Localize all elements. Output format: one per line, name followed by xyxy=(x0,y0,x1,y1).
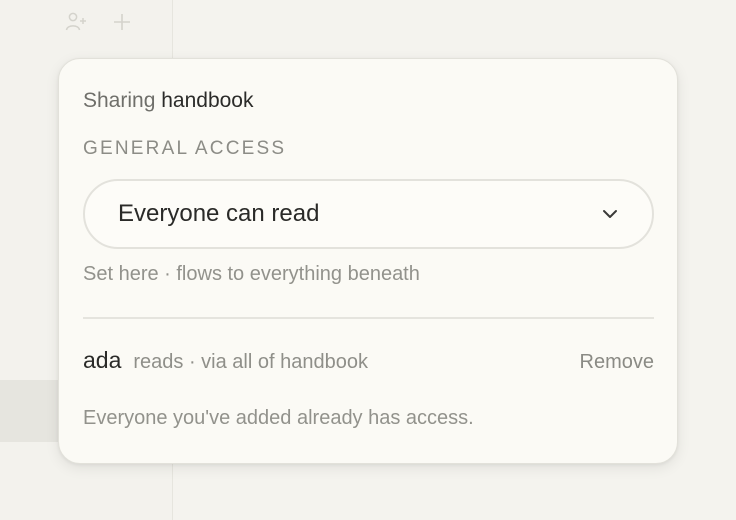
general-access-select[interactable]: Everyone can read xyxy=(83,179,654,249)
chevron-down-icon xyxy=(601,205,619,223)
sidebar-toolbar xyxy=(62,8,136,36)
add-person-button[interactable] xyxy=(62,8,90,36)
general-access-label: GENERAL ACCESS xyxy=(83,138,287,159)
member-name: ada xyxy=(83,347,122,373)
person-plus-icon xyxy=(65,12,86,31)
remove-member-button[interactable]: Remove xyxy=(580,351,654,374)
divider xyxy=(83,317,654,319)
dialog-doc-name: handbook xyxy=(161,89,254,112)
general-access-value: Everyone can read xyxy=(118,200,320,227)
footer-note: Everyone you've added already has access… xyxy=(83,407,474,429)
dialog-title: Sharing handbook xyxy=(83,88,254,114)
general-access-helper: Set here · flows to everything beneath xyxy=(83,263,420,285)
member-access-detail: reads · via all of handbook xyxy=(133,351,368,373)
member-row: ada reads · via all of handbook Remove xyxy=(83,347,654,377)
dialog-title-prefix: Sharing xyxy=(83,89,156,112)
add-button[interactable] xyxy=(108,8,136,36)
plus-icon xyxy=(114,14,130,30)
sharing-dialog: Sharing handbook GENERAL ACCESS Everyone… xyxy=(58,58,678,464)
